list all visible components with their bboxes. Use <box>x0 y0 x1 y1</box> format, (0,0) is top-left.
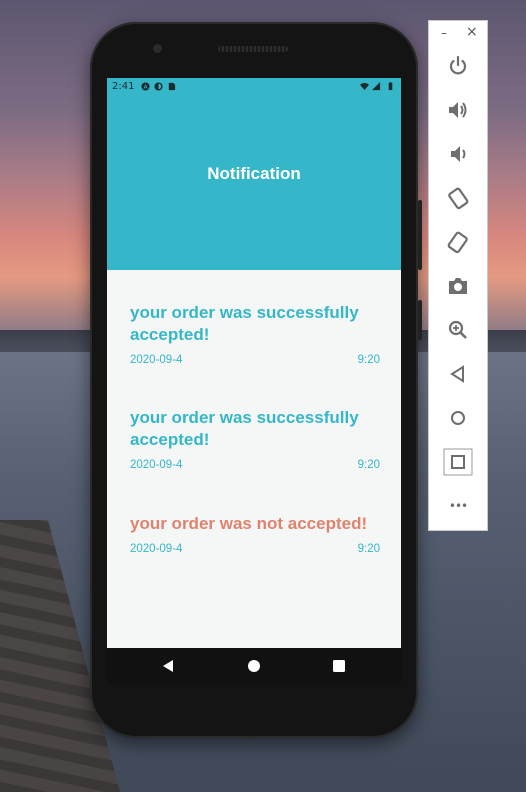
notification-time: 9:20 <box>357 354 380 366</box>
cell-signal-icon <box>372 82 381 91</box>
notification-item[interactable]: your order was not accepted! 2020-09-4 9… <box>130 513 380 557</box>
status-time: 2:41 <box>112 81 135 92</box>
notification-time: 9:20 <box>357 543 380 555</box>
phone-camera <box>153 44 162 53</box>
more-icon[interactable]: ••• <box>443 491 473 521</box>
camera-icon <box>449 278 467 294</box>
rotate-left-icon <box>448 187 469 210</box>
home-circle-icon[interactable] <box>246 658 262 674</box>
notification-message: your order was not accepted! <box>130 514 368 533</box>
notification-message: your order was successfully accepted! <box>130 303 359 344</box>
volume-up-button[interactable] <box>443 95 473 125</box>
notification-item[interactable]: your order was successfully accepted! 20… <box>130 302 380 368</box>
emulator-toolbar: – × ••• <box>428 20 488 531</box>
status-bar: 2:41 A <box>107 78 401 96</box>
notification-message: your order was successfully accepted! <box>130 408 359 449</box>
rotate-left-button[interactable] <box>443 183 473 213</box>
phone-volume-button[interactable] <box>418 300 422 340</box>
home-button[interactable] <box>443 403 473 433</box>
volume-down-icon <box>451 146 466 162</box>
volume-up-icon <box>449 102 467 118</box>
phone-power-button[interactable] <box>418 200 422 270</box>
android-nav-bar <box>107 648 401 684</box>
svg-text:A: A <box>143 84 148 91</box>
volume-down-button[interactable] <box>443 139 473 169</box>
power-icon <box>449 55 467 75</box>
back-icon <box>450 365 464 383</box>
rotate-right-icon <box>447 231 468 254</box>
power-button[interactable] <box>443 51 473 81</box>
phone-screen: 2:41 A Notification your order was succe… <box>107 78 401 648</box>
phone-speaker <box>218 46 288 52</box>
rotate-right-button[interactable] <box>443 227 473 257</box>
notification-meta: 2020-09-4 9:20 <box>130 543 380 557</box>
notification-meta: 2020-09-4 9:20 <box>130 354 380 368</box>
overview-icon <box>443 448 473 476</box>
minimize-icon[interactable]: – <box>441 26 447 40</box>
zoom-button[interactable] <box>443 315 473 345</box>
back-triangle-icon[interactable] <box>161 658 175 674</box>
home-icon <box>451 411 465 425</box>
screenshot-button[interactable] <box>443 271 473 301</box>
notification-item[interactable]: your order was successfully accepted! 20… <box>130 407 380 473</box>
wifi-icon <box>360 82 369 91</box>
notification-time: 9:20 <box>357 459 380 471</box>
overview-button[interactable] <box>443 447 473 477</box>
close-icon[interactable]: × <box>466 24 478 40</box>
app-notification-icon: A <box>141 82 150 91</box>
page-title: Notification <box>207 164 301 183</box>
sd-card-icon <box>168 82 176 91</box>
notification-date: 2020-09-4 <box>130 354 183 366</box>
back-button[interactable] <box>443 359 473 389</box>
zoom-icon <box>448 320 467 339</box>
app-header: 2:41 A Notification <box>107 78 401 270</box>
recents-square-icon[interactable] <box>331 658 347 674</box>
battery-icon <box>388 82 393 91</box>
notification-meta: 2020-09-4 9:20 <box>130 459 380 473</box>
notification-date: 2020-09-4 <box>130 543 183 555</box>
sync-notification-icon <box>154 82 163 91</box>
notification-date: 2020-09-4 <box>130 459 183 471</box>
